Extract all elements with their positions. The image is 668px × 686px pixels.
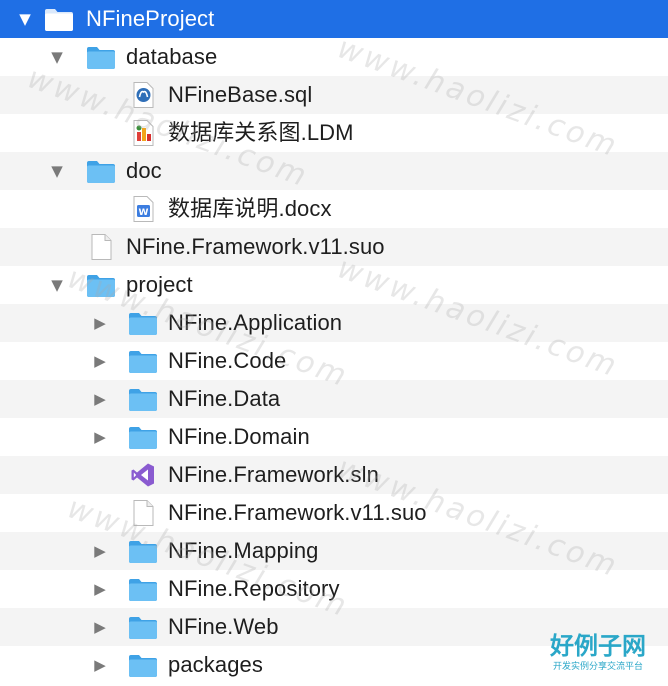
tree-row-database[interactable]: ▼ database [0, 38, 668, 76]
folder-icon [86, 272, 116, 298]
tree-row-application[interactable]: ▶ NFine.Application [0, 304, 668, 342]
tree-label: NFine.Domain [168, 424, 310, 449]
word-doc-icon: W [133, 196, 154, 222]
tree-label: NFine.Application [168, 310, 343, 335]
tree-label: project [126, 272, 193, 297]
tree-row-mapping[interactable]: ▶ NFine.Mapping [0, 532, 668, 570]
tree-row-ldm[interactable]: 数据库关系图.LDM [0, 114, 668, 152]
tree-row-web[interactable]: ▶ NFine.Web [0, 608, 668, 646]
disclosure-collapsed-icon[interactable]: ▶ [91, 618, 109, 636]
tree-label: NFine.Web [168, 614, 279, 639]
folder-icon [128, 614, 158, 640]
tree-label: NFine.Data [168, 386, 281, 411]
sql-file-icon [133, 82, 154, 108]
tree-label: packages [168, 652, 263, 677]
blank-file-icon [128, 500, 158, 526]
tree-label: NFine.Mapping [168, 538, 319, 563]
folder-icon [44, 6, 74, 32]
folder-icon [86, 158, 116, 184]
blank-file-icon [86, 234, 116, 260]
tree-label: NFine.Code [168, 348, 287, 373]
tree-label: database [126, 44, 218, 69]
tree-row-domain[interactable]: ▶ NFine.Domain [0, 418, 668, 456]
disclosure-expanded-icon[interactable]: ▼ [16, 10, 34, 28]
tree-label: NFine.Framework.sln [168, 462, 379, 487]
folder-icon [128, 310, 158, 336]
disclosure-collapsed-icon[interactable]: ▶ [91, 314, 109, 332]
tree-label: 数据库说明.docx [168, 196, 332, 221]
tree-row-sln[interactable]: NFine.Framework.sln [0, 456, 668, 494]
folder-icon [128, 652, 158, 678]
folder-icon [128, 576, 158, 602]
disclosure-collapsed-icon[interactable]: ▶ [91, 542, 109, 560]
svg-text:W: W [139, 208, 149, 218]
disclosure-expanded-icon[interactable]: ▼ [48, 162, 66, 180]
tree-row-root[interactable]: ▼ NFineProject [0, 0, 668, 38]
disclosure-collapsed-icon[interactable]: ▶ [91, 390, 109, 408]
tree-row-suo-project[interactable]: NFine.Framework.v11.suo [0, 494, 668, 532]
disclosure-collapsed-icon[interactable]: ▶ [91, 428, 109, 446]
tree-row-project[interactable]: ▼ project [0, 266, 668, 304]
tree-row-nfinebase-sql[interactable]: NFineBase.sql [0, 76, 668, 114]
tree-row-suo-top[interactable]: NFine.Framework.v11.suo [0, 228, 668, 266]
tree-row-repository[interactable]: ▶ NFine.Repository [0, 570, 668, 608]
disclosure-expanded-icon[interactable]: ▼ [48, 276, 66, 294]
folder-icon [86, 44, 116, 70]
tree-label: doc [126, 158, 162, 183]
folder-icon [128, 348, 158, 374]
disclosure-collapsed-icon[interactable]: ▶ [91, 352, 109, 370]
file-tree: ▼ NFineProject ▼ database NFineBase.sql … [0, 0, 668, 684]
tree-label: NFine.Framework.v11.suo [168, 500, 427, 525]
disclosure-expanded-icon[interactable]: ▼ [48, 48, 66, 66]
tree-row-docx[interactable]: W 数据库说明.docx [0, 190, 668, 228]
tree-row-packages[interactable]: ▶ packages [0, 646, 668, 684]
tree-label: NFine.Framework.v11.suo [126, 234, 385, 259]
disclosure-collapsed-icon[interactable]: ▶ [91, 656, 109, 674]
tree-row-doc[interactable]: ▼ doc [0, 152, 668, 190]
folder-icon [128, 424, 158, 450]
disclosure-collapsed-icon[interactable]: ▶ [91, 580, 109, 598]
tree-label: NFineBase.sql [168, 82, 313, 107]
ldm-file-icon [133, 120, 154, 146]
tree-row-code[interactable]: ▶ NFine.Code [0, 342, 668, 380]
folder-icon [128, 538, 158, 564]
tree-label: NFineProject [86, 6, 215, 31]
folder-icon [128, 386, 158, 412]
tree-label: 数据库关系图.LDM [168, 120, 354, 145]
tree-label: NFine.Repository [168, 576, 340, 601]
visual-studio-icon [131, 463, 154, 487]
tree-row-data[interactable]: ▶ NFine.Data [0, 380, 668, 418]
